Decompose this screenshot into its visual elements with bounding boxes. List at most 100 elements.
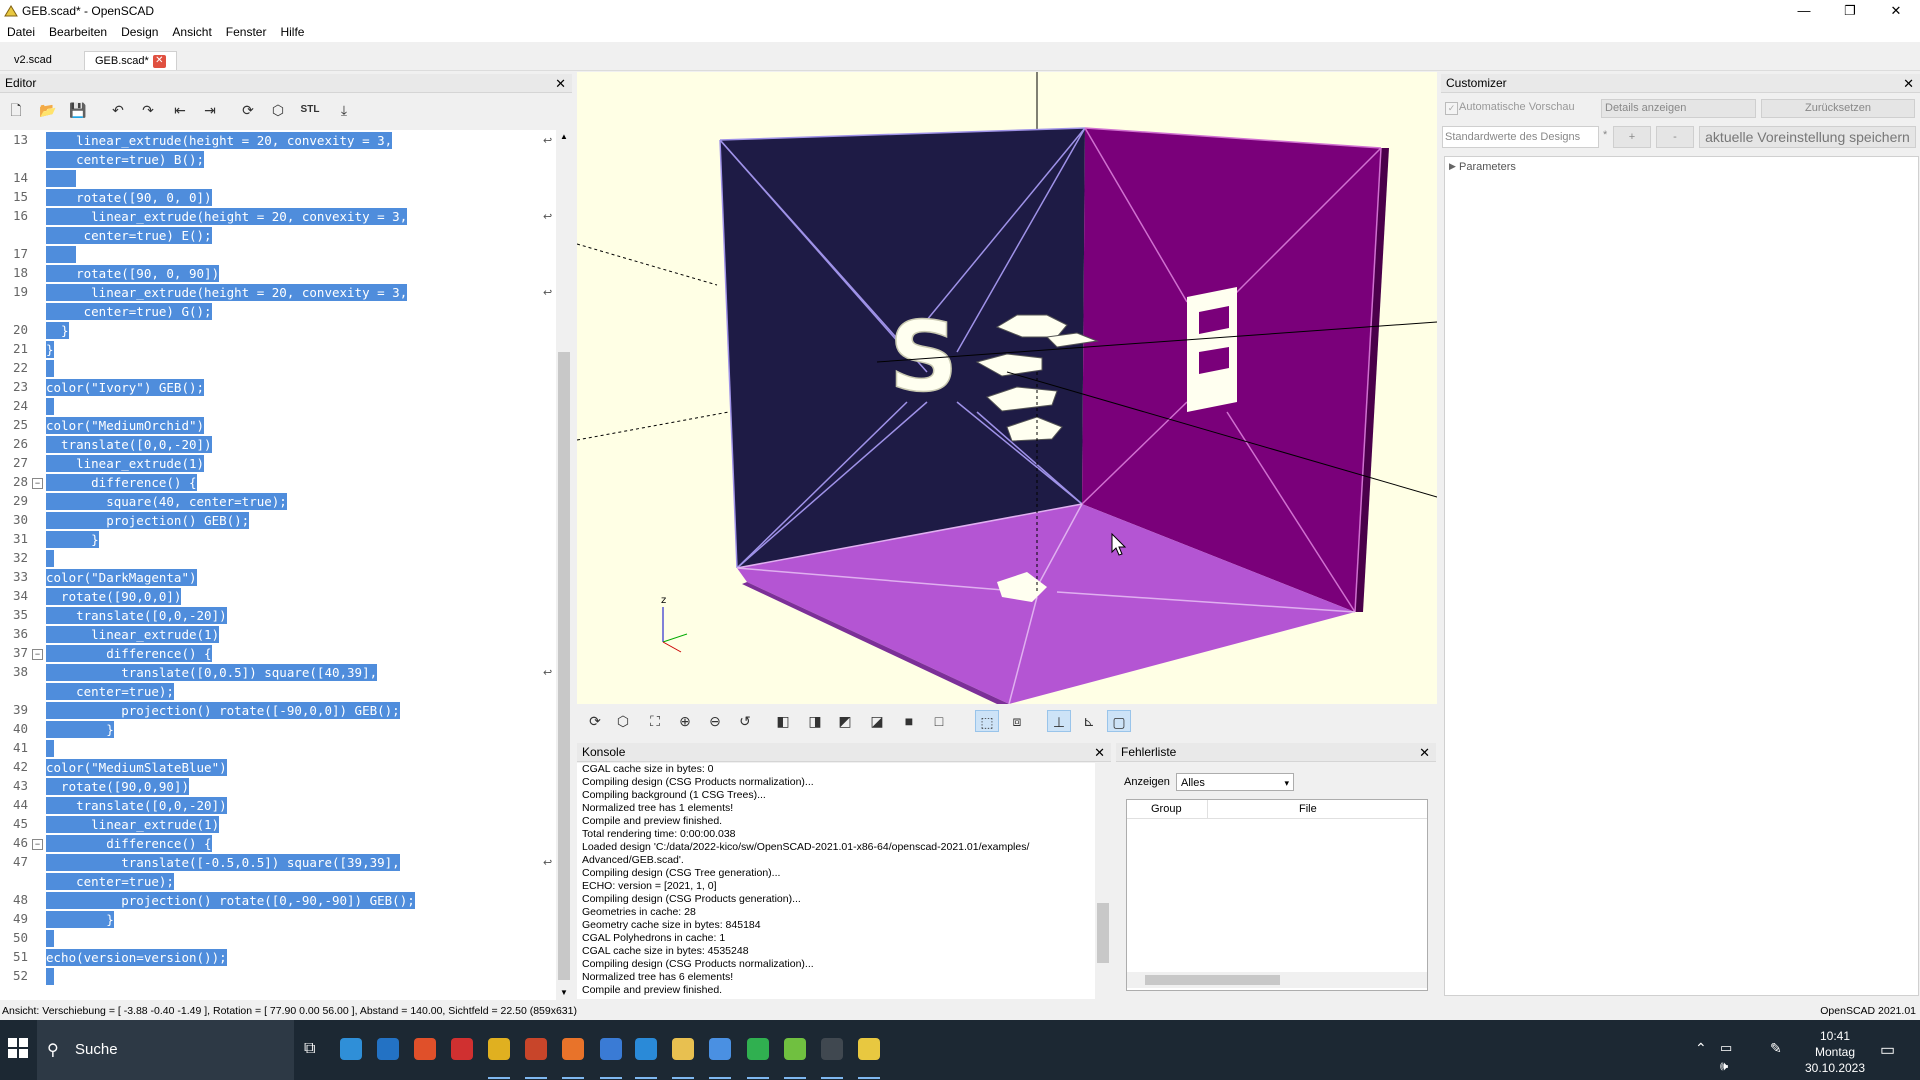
menu-bearbeiten[interactable]: Bearbeiten	[42, 22, 114, 42]
scrollbar-thumb[interactable]	[558, 352, 570, 980]
powerpoint-icon[interactable]	[525, 1038, 547, 1060]
show-edges-icon[interactable]: ▢	[1107, 710, 1131, 732]
whatsapp-icon[interactable]	[747, 1038, 769, 1060]
view-top-icon[interactable]: ◨	[803, 710, 827, 732]
fold-toggle-icon[interactable]: −	[32, 649, 43, 660]
new-file-icon[interactable]: 🗋	[6, 101, 26, 119]
windows-start-icon[interactable]	[8, 1038, 28, 1061]
parameters-label[interactable]: Parameters	[1459, 161, 1516, 173]
chevron-right-icon[interactable]: ▶	[1449, 161, 1456, 172]
code-editor[interactable]: 13 14 15 16 17 18 19 20 21 22 23 24 25 26 27 28−29 30 31 3…	[0, 130, 556, 1000]
preview-icon[interactable]: ⟳	[583, 710, 607, 732]
vscode-icon[interactable]	[635, 1038, 657, 1060]
unindent-icon[interactable]: ⇤	[170, 101, 190, 119]
outlook-icon[interactable]	[377, 1038, 399, 1060]
preset-select[interactable]: Standardwerte des Designs	[1442, 126, 1599, 148]
menu-fenster[interactable]: Fenster	[219, 22, 274, 42]
show-scale-icon[interactable]: ⊾	[1077, 710, 1101, 732]
render-icon[interactable]: ⬡	[611, 710, 635, 732]
reset-view-icon[interactable]: ↺	[733, 710, 757, 732]
open-folder-icon[interactable]: 📂	[38, 101, 58, 119]
line-number: 19	[12, 284, 28, 299]
error-table-hscrollbar[interactable]	[1127, 972, 1427, 988]
view-right-icon[interactable]: ◧	[771, 710, 795, 732]
maximize-button[interactable]: ❐	[1827, 0, 1873, 22]
close-error-list-icon[interactable]: ✕	[1419, 743, 1430, 762]
export-stl-icon[interactable]: STL	[300, 101, 320, 119]
running-indicator	[525, 1077, 547, 1079]
redo-icon[interactable]: ↷	[138, 101, 158, 119]
perspective-icon[interactable]: ⬚	[975, 710, 999, 732]
editor-scrollbar[interactable]: ▲ ▼	[556, 130, 572, 1000]
column-divider	[1207, 800, 1208, 818]
view-all-icon[interactable]: ⛶	[643, 710, 667, 732]
zoom-in-icon[interactable]: ⊕	[673, 710, 697, 732]
file-tab-geb[interactable]: GEB.scad* ✕	[84, 51, 177, 70]
menu-design[interactable]: Design	[114, 22, 165, 42]
remove-preset-button[interactable]: -	[1656, 126, 1694, 148]
file-tab-v2[interactable]: v2.scad	[4, 51, 62, 69]
send-to-printer-icon[interactable]: ⤓	[334, 101, 354, 119]
error-filter-select[interactable]: Alles ▾	[1176, 773, 1294, 791]
save-icon[interactable]: 💾	[68, 101, 88, 119]
details-select[interactable]: Details anzeigen	[1601, 99, 1756, 118]
show-hidden-icons-icon[interactable]: ⌃	[1695, 1040, 1707, 1057]
brave-icon[interactable]	[414, 1038, 436, 1060]
close-customizer-icon[interactable]: ✕	[1903, 74, 1914, 93]
console-scrollbar-thumb[interactable]	[1097, 903, 1109, 963]
orthogonal-icon[interactable]: ⧈	[1005, 710, 1029, 732]
taskbar-search[interactable]: ⚲ Suche	[37, 1020, 294, 1080]
view-left-icon[interactable]: ◪	[865, 710, 889, 732]
column-file[interactable]: File	[1299, 803, 1317, 815]
show-axes-icon[interactable]: ⊥	[1047, 710, 1071, 732]
console-scrollbar[interactable]	[1095, 763, 1111, 999]
pen-icon[interactable]: ✎	[1770, 1040, 1782, 1057]
menu-hilfe[interactable]: Hilfe	[273, 22, 311, 42]
3d-viewport[interactable]: S z	[577, 72, 1437, 704]
notepad-icon[interactable]	[784, 1038, 806, 1060]
menu-datei[interactable]: Datei	[0, 22, 42, 42]
clock[interactable]: 10:41 Montag 30.10.2023	[1800, 1028, 1870, 1076]
chromium-icon[interactable]	[709, 1038, 731, 1060]
terminal-icon[interactable]	[821, 1038, 843, 1060]
xmind-icon[interactable]	[451, 1038, 473, 1060]
add-preset-button[interactable]: +	[1613, 126, 1651, 148]
save-preset-button[interactable]: aktuelle Voreinstellung speichern	[1699, 126, 1916, 148]
view-front-icon[interactable]: ■	[897, 710, 921, 732]
fold-toggle-icon[interactable]: −	[32, 478, 43, 489]
code-line: projection() GEB();	[46, 512, 250, 529]
openscad-icon[interactable]	[858, 1038, 880, 1060]
chrome-icon[interactable]	[488, 1038, 510, 1060]
mail-icon[interactable]	[600, 1038, 622, 1060]
close-console-icon[interactable]: ✕	[1094, 743, 1105, 762]
indent-icon[interactable]: ⇥	[200, 101, 220, 119]
line-number: 48	[12, 892, 28, 907]
auto-preview-checkbox[interactable]: ✓	[1445, 102, 1458, 115]
menu-ansicht[interactable]: Ansicht	[165, 22, 218, 42]
line-number: 29	[12, 493, 28, 508]
column-group[interactable]: Group	[1151, 803, 1182, 815]
view-back-icon[interactable]: □	[927, 710, 951, 732]
close-editor-icon[interactable]: ✕	[555, 74, 566, 93]
close-window-button[interactable]: ✕	[1873, 0, 1919, 22]
close-tab-icon[interactable]: ✕	[152, 54, 166, 68]
minimize-button[interactable]: —	[1781, 0, 1827, 22]
notification-icon[interactable]: ▭	[1880, 1040, 1895, 1060]
reset-button[interactable]: Zurücksetzen	[1761, 99, 1915, 118]
explorer-icon[interactable]	[672, 1038, 694, 1060]
task-view-icon[interactable]: ⧉	[304, 1040, 315, 1058]
volume-icon[interactable]: 🕪	[1720, 1058, 1728, 1074]
preview-icon[interactable]: ⟳	[238, 101, 258, 119]
scroll-down-icon[interactable]: ▼	[560, 988, 568, 997]
edge-icon[interactable]	[340, 1038, 362, 1060]
code-line: color("Ivory") GEB();	[46, 379, 205, 396]
fold-toggle-icon[interactable]: −	[32, 839, 43, 850]
network-icon[interactable]: ▭	[1720, 1040, 1732, 1056]
undo-icon[interactable]: ↶	[108, 101, 128, 119]
view-bottom-icon[interactable]: ◩	[833, 710, 857, 732]
hscrollbar-thumb[interactable]	[1145, 975, 1280, 985]
firefox-icon[interactable]	[562, 1038, 584, 1060]
render-icon[interactable]: ⬡	[268, 101, 288, 119]
zoom-out-icon[interactable]: ⊖	[703, 710, 727, 732]
scroll-up-icon[interactable]: ▲	[560, 132, 568, 141]
